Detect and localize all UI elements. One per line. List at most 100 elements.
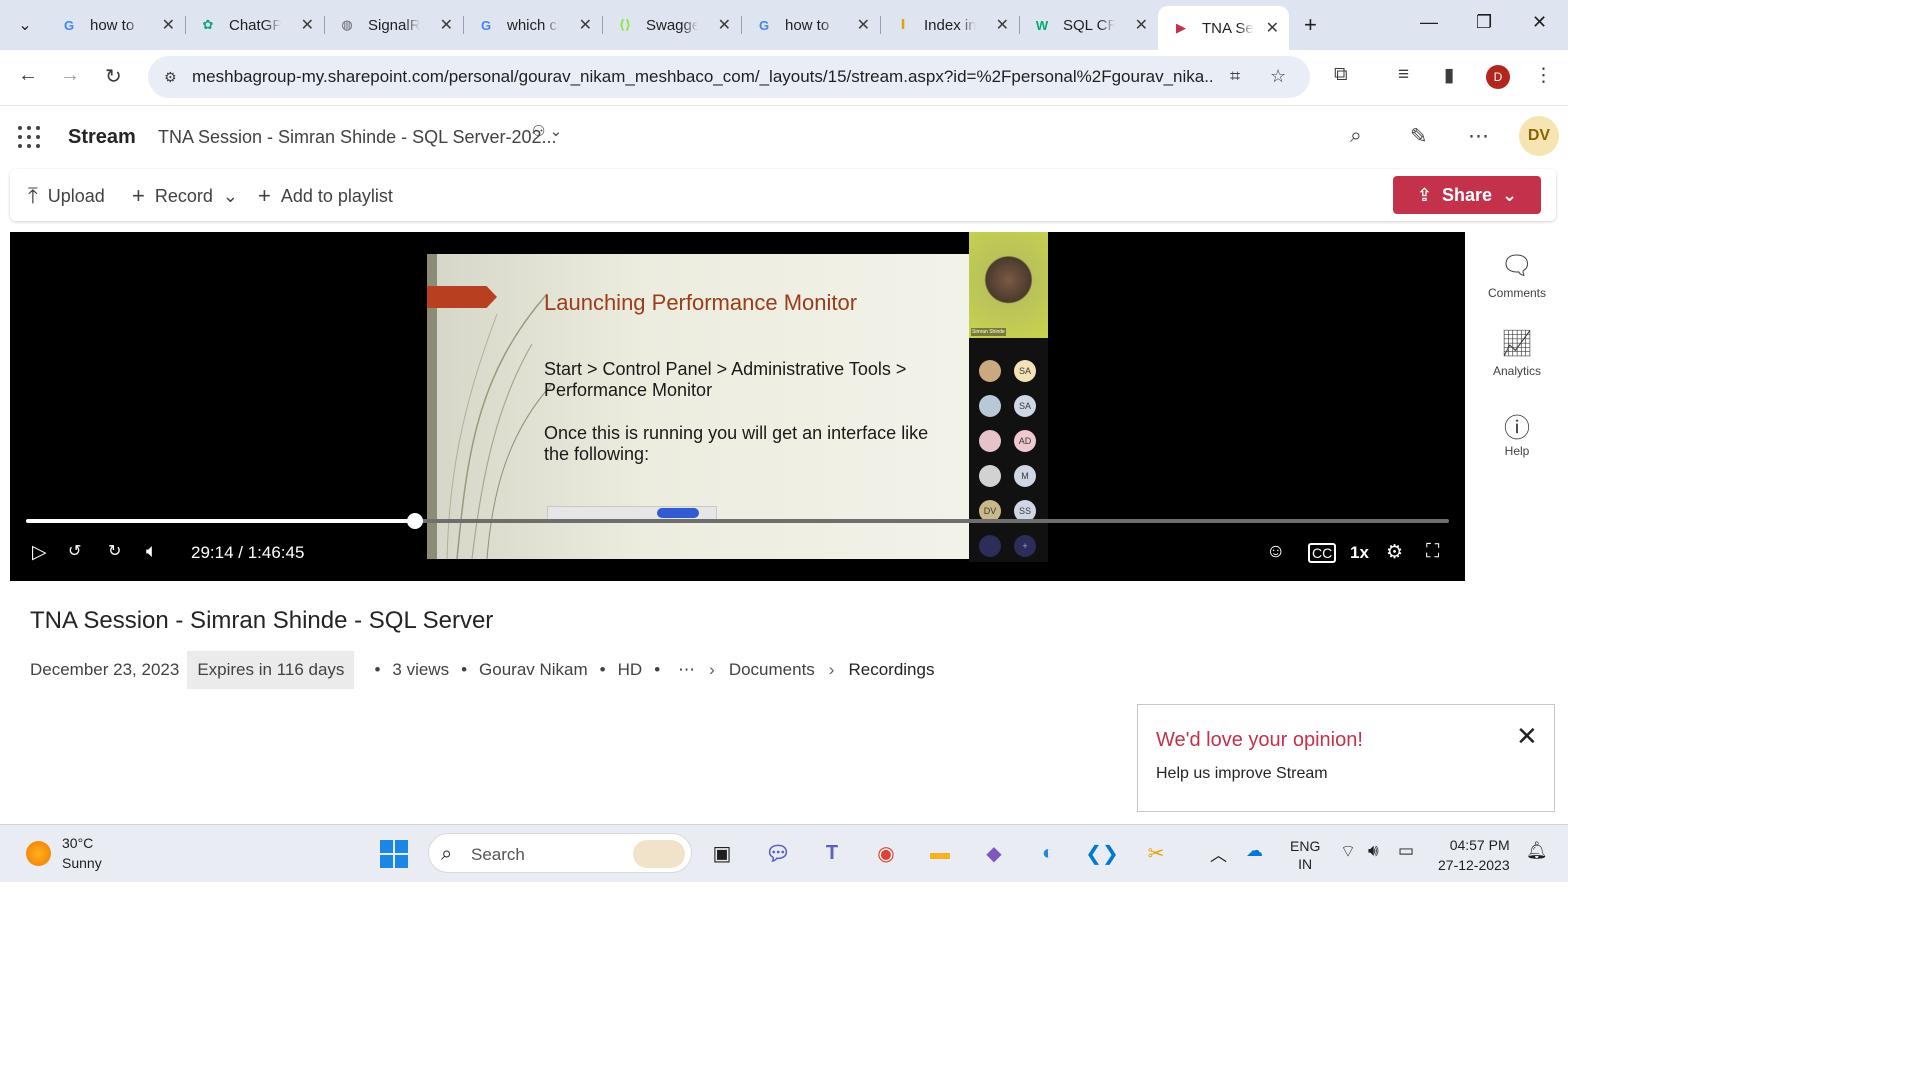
new-tab-plus-icon[interactable]: + — [1304, 12, 1317, 38]
url-text[interactable]: meshbagroup-my.sharepoint.com/personal/g… — [192, 67, 1212, 87]
restore-icon[interactable]: ❐ — [1476, 12, 1492, 33]
rewind-10-icon[interactable]: ↺ — [68, 541, 81, 561]
user-avatar[interactable]: DV — [1519, 116, 1559, 156]
progress-thumb[interactable] — [407, 513, 424, 529]
playback-speed[interactable]: 1x — [1350, 543, 1369, 563]
taskbar-search[interactable]: ⌕ Search — [428, 833, 692, 873]
browser-tab[interactable]: ▶ TNA Ses ✕ — [1158, 6, 1289, 50]
add-to-playlist-button[interactable]: + Add to playlist — [258, 183, 393, 209]
tab-close-icon[interactable]: ✕ — [1135, 15, 1148, 35]
battery-icon[interactable]: ▭ — [1398, 841, 1414, 861]
media-control-icon[interactable]: ≡ — [1398, 64, 1409, 86]
search-icon[interactable]: ⌕ — [1350, 124, 1362, 148]
tab-close-icon[interactable]: ✕ — [301, 15, 314, 35]
chrome-menu-icon[interactable]: ⋮ — [1534, 64, 1553, 87]
profile-avatar[interactable]: D — [1486, 65, 1510, 89]
browser-tab[interactable]: Ghow to ✕ — [741, 6, 881, 44]
breadcrumb-overflow-icon[interactable]: ⋯ — [678, 660, 695, 680]
comments-button[interactable]: 🗨︎ Comments — [1478, 250, 1556, 302]
wifi-icon[interactable]: ⌔ — [1340, 841, 1356, 862]
visual-studio-icon[interactable]: ◆ — [978, 837, 1010, 869]
onedrive-cloud-icon[interactable]: ☁ — [1246, 841, 1263, 861]
feedback-icon[interactable]: ✎ — [1410, 124, 1428, 149]
record-button[interactable]: + Record ⌄ — [132, 183, 238, 209]
play-icon[interactable]: ▷ — [32, 541, 47, 564]
address-bar[interactable]: ⚙ meshbagroup-my.sharepoint.com/personal… — [148, 56, 1310, 98]
tray-chevron-up-icon[interactable]: ︿ — [1210, 841, 1227, 866]
participant-avatar — [979, 535, 1001, 557]
forward-10-icon[interactable]: ↻ — [108, 541, 121, 561]
app-name[interactable]: Stream — [68, 126, 136, 149]
help-button[interactable]: ⓘ Help — [1478, 408, 1556, 460]
tab-close-icon[interactable]: ✕ — [440, 15, 453, 35]
snipping-tool-icon[interactable]: ✂ — [1140, 837, 1172, 869]
expiration-badge[interactable]: Expires in 116 days — [187, 651, 355, 689]
language-indicator[interactable]: ENG IN — [1290, 837, 1320, 873]
upload-label: Upload — [47, 185, 105, 206]
edge-icon[interactable]: ◐ — [1032, 837, 1064, 869]
app-launcher-icon[interactable] — [18, 126, 40, 148]
breadcrumb-recordings[interactable]: Recordings — [848, 660, 934, 680]
more-options-icon[interactable]: ⋯ — [1468, 124, 1489, 149]
video-player[interactable]: Launching Performance Monitor Start > Co… — [10, 232, 1465, 581]
progress-bar[interactable] — [26, 513, 1449, 529]
tab-search-chevron-icon[interactable]: ⌄ — [8, 8, 42, 42]
tab-close-icon[interactable]: ✕ — [996, 15, 1009, 35]
windows-start-icon[interactable] — [380, 840, 408, 868]
chrome-icon[interactable]: ◉ — [870, 837, 902, 869]
browser-tab[interactable]: ⟨⟩ Swagger ✕ — [602, 6, 742, 44]
forward-arrow-icon[interactable]: → — [60, 64, 80, 87]
minimize-icon[interactable]: — — [1420, 12, 1438, 33]
settings-gear-icon[interactable]: ⚙ — [1386, 541, 1403, 564]
upload-button[interactable]: ⤒ Upload — [28, 183, 105, 209]
feedback-title[interactable]: We'd love your opinion! — [1156, 729, 1363, 752]
weather-temperature[interactable]: 30°C — [62, 835, 93, 851]
weather-condition[interactable]: Sunny — [62, 855, 102, 871]
share-status-chevron-icon[interactable]: ⚇ ⌄ — [532, 122, 562, 140]
browser-tab[interactable]: Ghow to ✕ — [46, 6, 186, 44]
document-title[interactable]: TNA Session - Simran Shinde - SQL Server… — [158, 127, 557, 148]
volume-icon[interactable]: 🔈︎ — [146, 541, 157, 563]
extensions-icon[interactable]: ⧉ — [1334, 64, 1348, 86]
tab-close-icon[interactable]: ✕ — [579, 15, 592, 35]
close-icon[interactable]: ✕ — [1516, 721, 1538, 752]
captions-icon[interactable]: CC — [1308, 543, 1337, 563]
tab-close-icon[interactable]: ✕ — [1266, 18, 1279, 38]
teams-icon[interactable]: T — [816, 837, 848, 869]
window-close-icon[interactable]: ✕ — [1532, 12, 1547, 33]
comments-label: Comments — [1487, 286, 1546, 300]
share-button[interactable]: ⇪ Share ⌄ — [1393, 176, 1541, 214]
browser-tab[interactable]: Ⅰ Index in ✕ — [880, 6, 1020, 44]
back-arrow-icon[interactable]: ← — [18, 64, 38, 87]
tab-close-icon[interactable]: ✕ — [857, 15, 870, 35]
speaker-view-icon[interactable]: ☺ — [1266, 541, 1285, 563]
chevron-right-icon: › — [828, 660, 835, 679]
notification-bell-icon[interactable]: 🔔︎ — [1526, 841, 1548, 861]
task-view-icon[interactable]: ▣ — [706, 837, 738, 869]
site-info-icon[interactable]: ⚙ — [164, 69, 184, 86]
vscode-icon[interactable]: ❮❯ — [1085, 837, 1119, 869]
participant-avatar — [979, 360, 1001, 382]
speaker-volume-icon[interactable]: 🔊︎ — [1368, 841, 1379, 861]
browser-tab[interactable]: ◍ SignalR ✕ — [324, 6, 464, 44]
file-explorer-icon[interactable]: ▬ — [924, 837, 956, 869]
browser-tab[interactable]: ✿ ChatGPT ✕ — [185, 6, 325, 44]
swagger-icon: ⟨⟩ — [619, 17, 631, 32]
browser-tab[interactable]: W SQL CRU ✕ — [1019, 6, 1159, 44]
translate-icon[interactable]: ⌗ — [1230, 66, 1240, 87]
chevron-down-icon: ⌄ — [222, 185, 238, 206]
analytics-button[interactable]: 📈︎ Analytics — [1478, 328, 1556, 380]
fullscreen-icon[interactable]: ⛶ — [1426, 541, 1439, 563]
breadcrumb-documents[interactable]: Documents — [729, 660, 815, 680]
feedback-text[interactable]: Help us improve Stream — [1156, 765, 1328, 783]
teams-chat-icon[interactable]: 💬︎ — [762, 837, 794, 869]
reload-icon[interactable]: ↻ — [105, 64, 122, 89]
weather-sun-icon[interactable] — [26, 841, 51, 866]
tab-close-icon[interactable]: ✕ — [162, 15, 175, 35]
side-panel-icon[interactable]: ▮ — [1444, 64, 1454, 87]
browser-tab[interactable]: Gwhich cl ✕ — [463, 6, 603, 44]
bookmark-star-icon[interactable]: ☆ — [1270, 66, 1286, 87]
owner-name[interactable]: Gourav Nikam — [479, 660, 588, 680]
tab-close-icon[interactable]: ✕ — [718, 15, 731, 35]
system-clock[interactable]: 04:57 PM 27-12-2023 — [1438, 835, 1510, 875]
